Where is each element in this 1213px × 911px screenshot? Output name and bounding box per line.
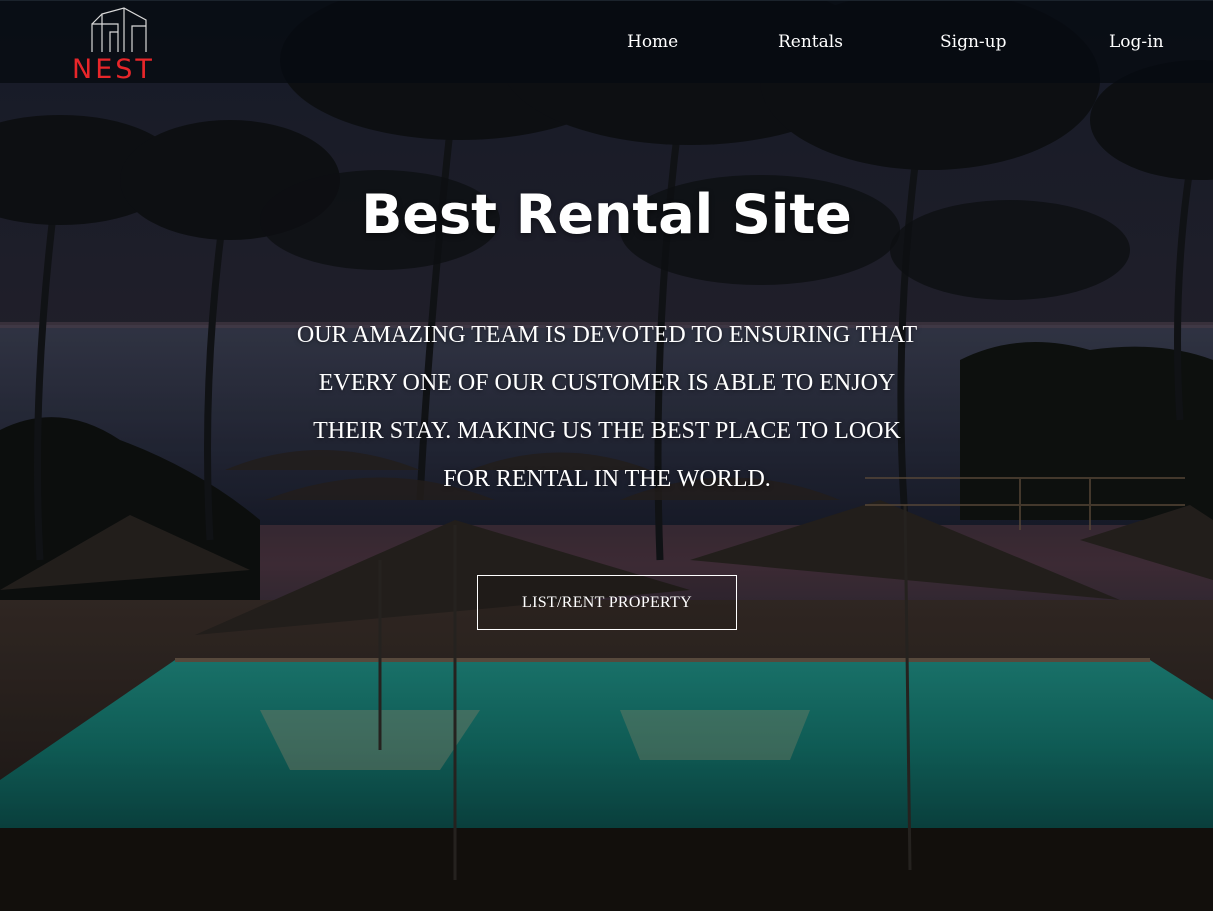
list-rent-property-button[interactable]: LIST/RENT PROPERTY xyxy=(477,575,737,630)
hero-description: Our amazing team is devoted to ensuring … xyxy=(296,322,918,492)
nav-link-home[interactable]: Home xyxy=(627,30,678,54)
nav-link-sign-up[interactable]: Sign-up xyxy=(940,30,1007,54)
brand-name: NEST xyxy=(72,54,155,85)
top-navbar: NEST Home Rentals Sign-up Log-in xyxy=(0,0,1213,83)
hero-title: Best Rental Site xyxy=(361,183,852,246)
landing-page: NEST Home Rentals Sign-up Log-in Best Re… xyxy=(0,0,1213,911)
nav-link-rentals[interactable]: Rentals xyxy=(778,30,843,54)
house-outline-icon xyxy=(91,7,147,52)
nav-link-log-in[interactable]: Log-in xyxy=(1109,30,1164,54)
brand-logo[interactable]: NEST xyxy=(72,6,168,85)
